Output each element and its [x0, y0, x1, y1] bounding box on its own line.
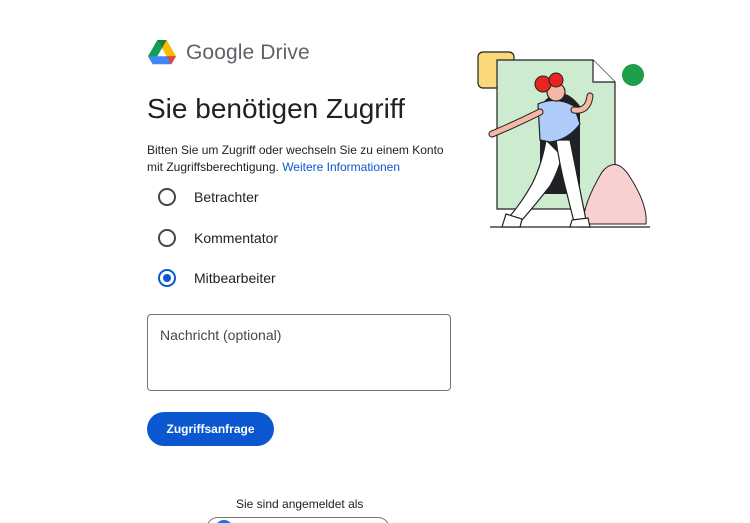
role-option-editor[interactable]: Mitbearbeiter [158, 269, 276, 287]
access-illustration [477, 51, 650, 228]
radio-commenter[interactable] [158, 229, 176, 247]
hair-bun [534, 75, 552, 93]
role-label-editor: Mitbearbeiter [194, 270, 276, 286]
radio-editor[interactable] [158, 269, 176, 287]
radio-viewer[interactable] [158, 188, 176, 206]
page-title: Sie benötigen Zugriff [147, 93, 405, 124]
drive-icon [148, 40, 176, 65]
account-switcher[interactable] [206, 517, 390, 523]
request-access-button[interactable]: Zugriffsanfrage [147, 412, 274, 446]
description: Bitten Sie um Zugriff oder wechseln Sie … [147, 142, 457, 176]
message-field[interactable] [147, 314, 451, 391]
google-drive-logo: Google Drive [148, 40, 310, 65]
green-dot [622, 64, 644, 86]
role-label-commenter: Kommentator [194, 230, 279, 246]
role-option-commenter[interactable]: Kommentator [158, 229, 278, 247]
learn-more-link[interactable]: Weitere Informationen [282, 160, 400, 174]
role-option-viewer[interactable]: Betrachter [158, 188, 259, 206]
role-label-viewer: Betrachter [194, 189, 259, 205]
message-input[interactable] [160, 327, 440, 382]
access-request-page: Google Drive Sie benötigen Zugriff Bitte… [0, 0, 750, 523]
logo-text: Google Drive [186, 40, 310, 64]
signed-in-label: Sie sind angemeldet als [236, 497, 364, 511]
